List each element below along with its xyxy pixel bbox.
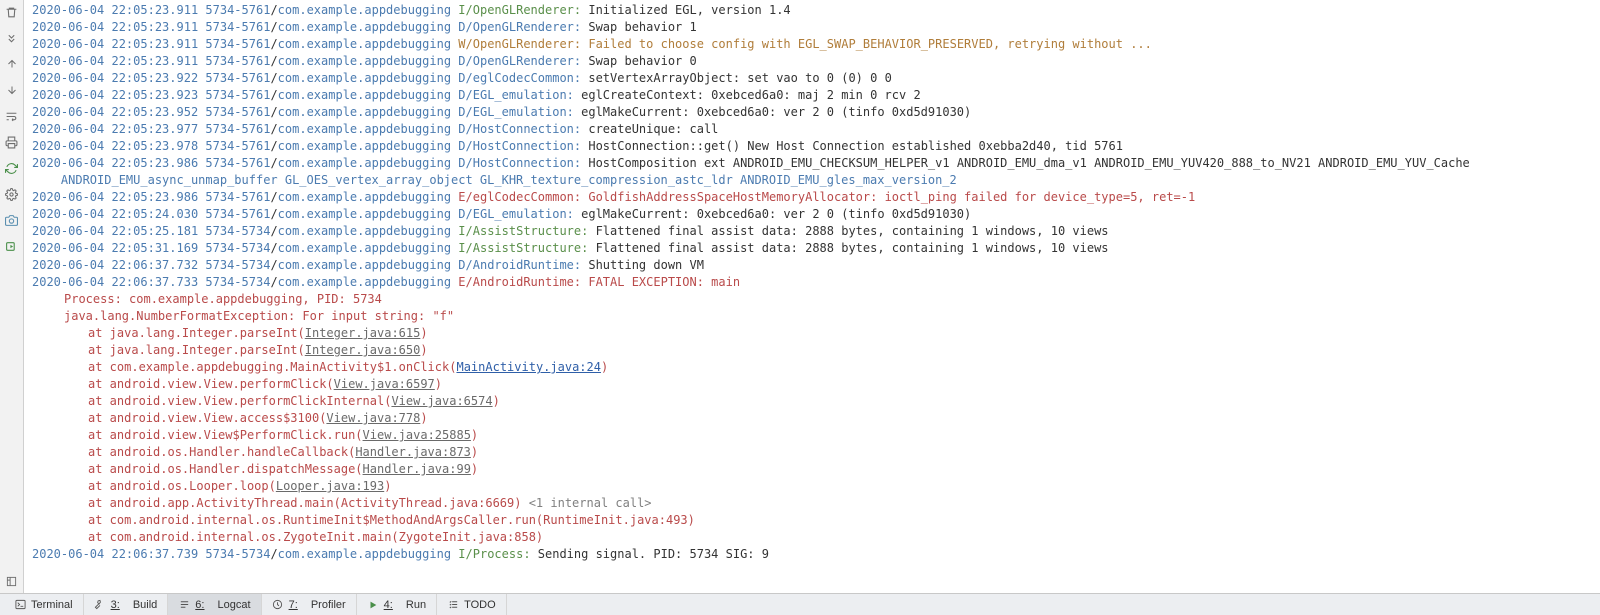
todo-icon bbox=[447, 599, 459, 611]
tab-key: 3: bbox=[111, 599, 120, 611]
tab-label: Terminal bbox=[31, 599, 73, 611]
log-line: 2020-06-04 22:05:23.977 5734-5761/com.ex… bbox=[32, 121, 1600, 138]
tab-label: TODO bbox=[464, 599, 496, 611]
source-link[interactable]: Handler.java:873 bbox=[355, 445, 471, 459]
exception-headline: java.lang.NumberFormatException: For inp… bbox=[32, 308, 1600, 325]
logcat-icon bbox=[178, 599, 190, 611]
profiler-icon bbox=[272, 599, 284, 611]
log-line: 2020-06-04 22:05:23.986 5734-5761/com.ex… bbox=[32, 155, 1600, 172]
scroll-to-end-icon[interactable] bbox=[4, 30, 20, 46]
log-line: 2020-06-04 22:05:23.978 5734-5761/com.ex… bbox=[32, 138, 1600, 155]
source-link[interactable]: MainActivity.java:24 bbox=[456, 360, 601, 374]
tab-run[interactable]: 4: Run bbox=[357, 594, 437, 615]
terminal-icon bbox=[14, 599, 26, 611]
log-line: 2020-06-04 22:06:37.733 5734-5734/com.ex… bbox=[32, 274, 1600, 291]
log-line: 2020-06-04 22:05:24.030 5734-5761/com.ex… bbox=[32, 206, 1600, 223]
source-link[interactable]: Looper.java:193 bbox=[276, 479, 384, 493]
source-link[interactable]: Integer.java:615 bbox=[305, 326, 421, 340]
stack-frame: at android.view.View.performClick(View.j… bbox=[32, 376, 1600, 393]
stack-frame: at android.view.View.performClickInterna… bbox=[32, 393, 1600, 410]
log-line: 2020-06-04 22:05:31.169 5734-5734/com.ex… bbox=[32, 240, 1600, 257]
stack-frame: at java.lang.Integer.parseInt(Integer.ja… bbox=[32, 325, 1600, 342]
log-line: 2020-06-04 22:05:25.181 5734-5734/com.ex… bbox=[32, 223, 1600, 240]
tab-profiler[interactable]: 7: Profiler bbox=[262, 594, 357, 615]
source-link[interactable]: View.java:6597 bbox=[334, 377, 435, 391]
tab-terminal[interactable]: Terminal bbox=[4, 594, 84, 615]
stack-frame: at android.os.Handler.dispatchMessage(Ha… bbox=[32, 461, 1600, 478]
tab-label: Profiler bbox=[311, 599, 346, 611]
source-link[interactable]: View.java:6574 bbox=[391, 394, 492, 408]
log-line: 2020-06-04 22:05:23.952 5734-5761/com.ex… bbox=[32, 104, 1600, 121]
screen-record-icon[interactable] bbox=[4, 238, 20, 254]
log-line: 2020-06-04 22:05:23.911 5734-5761/com.ex… bbox=[32, 19, 1600, 36]
source-link[interactable]: View.java:778 bbox=[326, 411, 420, 425]
exception-process: Process: com.example.appdebugging, PID: … bbox=[32, 291, 1600, 308]
print-icon[interactable] bbox=[4, 134, 20, 150]
tab-build[interactable]: 3: Build bbox=[84, 594, 169, 615]
tab-key: 7: bbox=[289, 599, 298, 611]
source-link[interactable]: Integer.java:650 bbox=[305, 343, 421, 357]
tab-key: 4: bbox=[384, 599, 393, 611]
trash-icon[interactable] bbox=[4, 4, 20, 20]
stack-frame: at android.view.View$PerformClick.run(Vi… bbox=[32, 427, 1600, 444]
log-line: 2020-06-04 22:06:37.739 5734-5734/com.ex… bbox=[32, 546, 1600, 563]
log-output[interactable]: 2020-06-04 22:05:23.911 5734-5761/com.ex… bbox=[24, 0, 1600, 593]
logcat-toolbar bbox=[0, 0, 24, 593]
up-icon[interactable] bbox=[4, 56, 20, 72]
stack-frame: at android.os.Handler.handleCallback(Han… bbox=[32, 444, 1600, 461]
expand-icon[interactable] bbox=[4, 573, 20, 589]
tab-logcat[interactable]: 6: Logcat bbox=[168, 594, 261, 615]
run-icon bbox=[367, 599, 379, 611]
screenshot-icon[interactable] bbox=[4, 212, 20, 228]
tab-todo[interactable]: TODO bbox=[437, 594, 507, 615]
source-link[interactable]: Handler.java:99 bbox=[363, 462, 471, 476]
log-line: 2020-06-04 22:05:23.986 5734-5761/com.ex… bbox=[32, 189, 1600, 206]
log-line: 2020-06-04 22:05:23.911 5734-5761/com.ex… bbox=[32, 36, 1600, 53]
stack-frame: at com.android.internal.os.RuntimeInit$M… bbox=[32, 512, 1600, 529]
tab-key: 6: bbox=[195, 599, 204, 611]
stack-frame: at android.app.ActivityThread.main(Activ… bbox=[32, 495, 1600, 512]
settings-icon[interactable] bbox=[4, 186, 20, 202]
source-link[interactable]: View.java:25885 bbox=[363, 428, 471, 442]
restart-icon[interactable] bbox=[4, 160, 20, 176]
tab-label: Build bbox=[133, 599, 157, 611]
tool-window-bar: Terminal 3: Build 6: Logcat 7: Profiler … bbox=[0, 593, 1600, 615]
log-line: ANDROID_EMU_async_unmap_buffer GL_OES_ve… bbox=[32, 172, 1600, 189]
tab-label: Logcat bbox=[218, 599, 251, 611]
log-line: 2020-06-04 22:05:23.911 5734-5761/com.ex… bbox=[32, 2, 1600, 19]
stack-frame: at com.example.appdebugging.MainActivity… bbox=[32, 359, 1600, 376]
log-line: 2020-06-04 22:05:23.911 5734-5761/com.ex… bbox=[32, 53, 1600, 70]
down-icon[interactable] bbox=[4, 82, 20, 98]
build-icon bbox=[94, 599, 106, 611]
log-line: 2020-06-04 22:06:37.732 5734-5734/com.ex… bbox=[32, 257, 1600, 274]
tab-label: Run bbox=[406, 599, 426, 611]
stack-frame: at android.os.Looper.loop(Looper.java:19… bbox=[32, 478, 1600, 495]
soft-wrap-icon[interactable] bbox=[4, 108, 20, 124]
log-line: 2020-06-04 22:05:23.922 5734-5761/com.ex… bbox=[32, 70, 1600, 87]
stack-frame: at android.view.View.access$3100(View.ja… bbox=[32, 410, 1600, 427]
log-line: 2020-06-04 22:05:23.923 5734-5761/com.ex… bbox=[32, 87, 1600, 104]
stack-frame: at java.lang.Integer.parseInt(Integer.ja… bbox=[32, 342, 1600, 359]
stack-frame: at com.android.internal.os.ZygoteInit.ma… bbox=[32, 529, 1600, 546]
